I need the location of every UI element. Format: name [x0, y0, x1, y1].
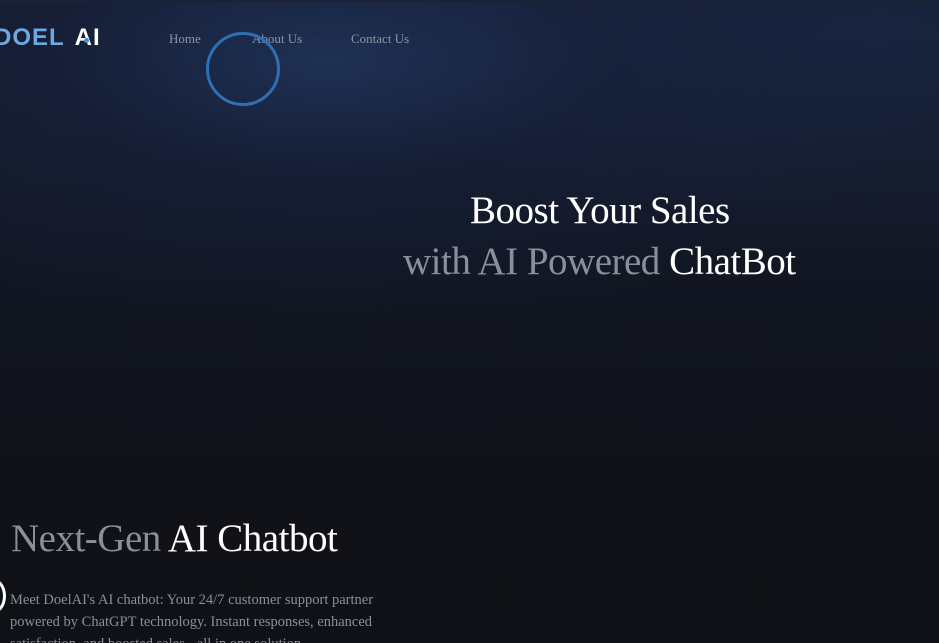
hero-heading-line1: Boost Your Sales: [470, 189, 730, 232]
logo-dot-icon: [83, 38, 89, 43]
hero-heading-bright: ChatBot: [669, 240, 796, 283]
section-title: Next-Gen AI Chatbot: [11, 516, 338, 561]
logo[interactable]: DOEL AI: [0, 24, 101, 52]
section-description: Meet DoelAI's AI chatbot: Your 24/7 cust…: [10, 592, 374, 643]
hero-heading-muted: with AI Powered: [403, 240, 660, 283]
top-border: [0, 0, 939, 2]
section-title-muted: Next-Gen: [11, 517, 161, 560]
nav-home-link[interactable]: Home: [169, 31, 201, 47]
cursor-ring-icon: [206, 32, 280, 106]
section-title-bright: AI Chatbot: [167, 517, 338, 560]
nav-contact-link[interactable]: Contact Us: [351, 31, 409, 47]
hero-heading-line2: with AI Powered ChatBot: [403, 239, 796, 284]
logo-text-ai: AI: [75, 24, 101, 52]
logo-text-doel: DOEL: [0, 24, 65, 51]
